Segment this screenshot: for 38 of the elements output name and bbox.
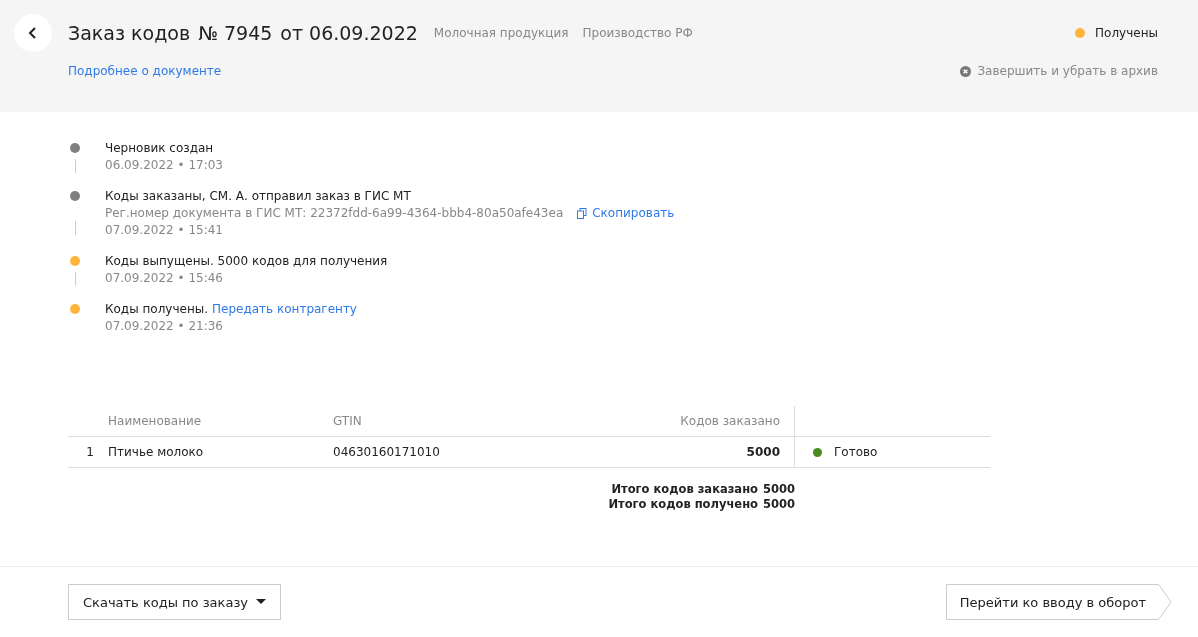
- total-label: Итого кодов получено: [608, 497, 758, 512]
- total-value: 5000: [763, 497, 795, 512]
- event-time: 07.09.2022 • 15:46: [105, 270, 224, 287]
- event-title: Черновик создан: [105, 140, 214, 157]
- quantity-cell: 5000: [543, 437, 795, 467]
- details-link[interactable]: Подробнее о документе: [68, 64, 222, 78]
- registration-number: Рег.номер документа в ГИС МТ: 22372fdd-6a99-4364-bbb4-80a50afe43ea: [105, 205, 564, 222]
- row-number: 1: [85, 445, 95, 459]
- column-header: Кодов заказано: [543, 406, 795, 436]
- caret-icon: [256, 599, 266, 605]
- status-label: Получены: [1095, 26, 1158, 40]
- total-label: Итого кодов заказано: [611, 482, 758, 497]
- back-button[interactable]: [14, 14, 52, 52]
- category-tag: Молочная продукция: [433, 26, 569, 40]
- event-time: 06.09.2022 • 17:03: [105, 157, 223, 174]
- order-date: от 06.09.2022: [280, 22, 418, 44]
- close-icon: [960, 65, 972, 77]
- gtin-cell-text: 04630160171010: [333, 445, 441, 459]
- next-step-button[interactable]: Перейти ко вводу в оборот: [945, 584, 1172, 620]
- event-title: Коды заказаны, СМ. А. отправил заказ в ГИС МТ: [105, 188, 411, 205]
- product-name: Птичье молоко: [108, 445, 205, 459]
- page-title: Заказ кодов: [68, 22, 191, 44]
- copy-link[interactable]: Скопировать: [592, 205, 675, 222]
- category-tag: Производство РФ: [582, 26, 693, 40]
- copy-icon: [577, 208, 588, 219]
- column-header: Наименование: [108, 414, 203, 428]
- event-title: Коды получены.: [105, 301, 208, 318]
- row-status: Готово: [834, 445, 878, 459]
- chevron-left-icon: [28, 27, 38, 39]
- event-title: Коды выпущены. 5000 кодов для получения: [105, 253, 388, 270]
- total-value: 5000: [763, 482, 795, 497]
- download-dropdown-button[interactable]: Скачать коды по заказу: [68, 584, 281, 620]
- event-time: 07.09.2022 • 15:41: [105, 222, 224, 239]
- transfer-link[interactable]: Передать контрагенту: [212, 301, 357, 318]
- archive-link[interactable]: Завершить и убрать в архив: [977, 64, 1158, 78]
- column-header: GTIN: [333, 414, 363, 428]
- order-number: № 7945: [198, 22, 273, 44]
- event-time: 07.09.2022 • 21:36: [105, 318, 224, 335]
